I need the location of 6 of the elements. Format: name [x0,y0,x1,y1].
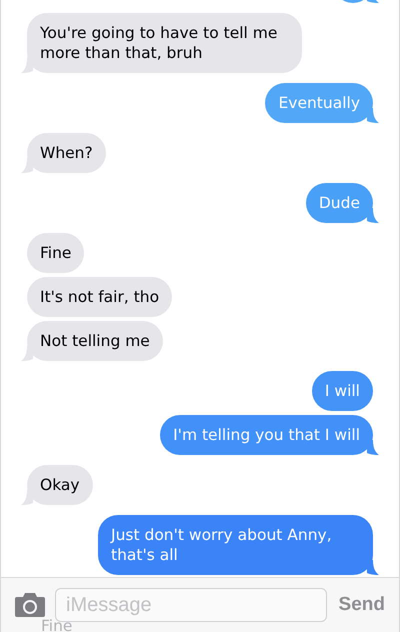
received-message-bubble: Fine [27,233,84,273]
received-message-bubble: It's not fair, tho [27,277,172,317]
sent-message-bubble: I will [312,371,373,411]
camera-icon[interactable] [15,593,45,617]
send-button[interactable]: Send [336,594,385,616]
message-field[interactable]: iMessage [55,588,327,622]
